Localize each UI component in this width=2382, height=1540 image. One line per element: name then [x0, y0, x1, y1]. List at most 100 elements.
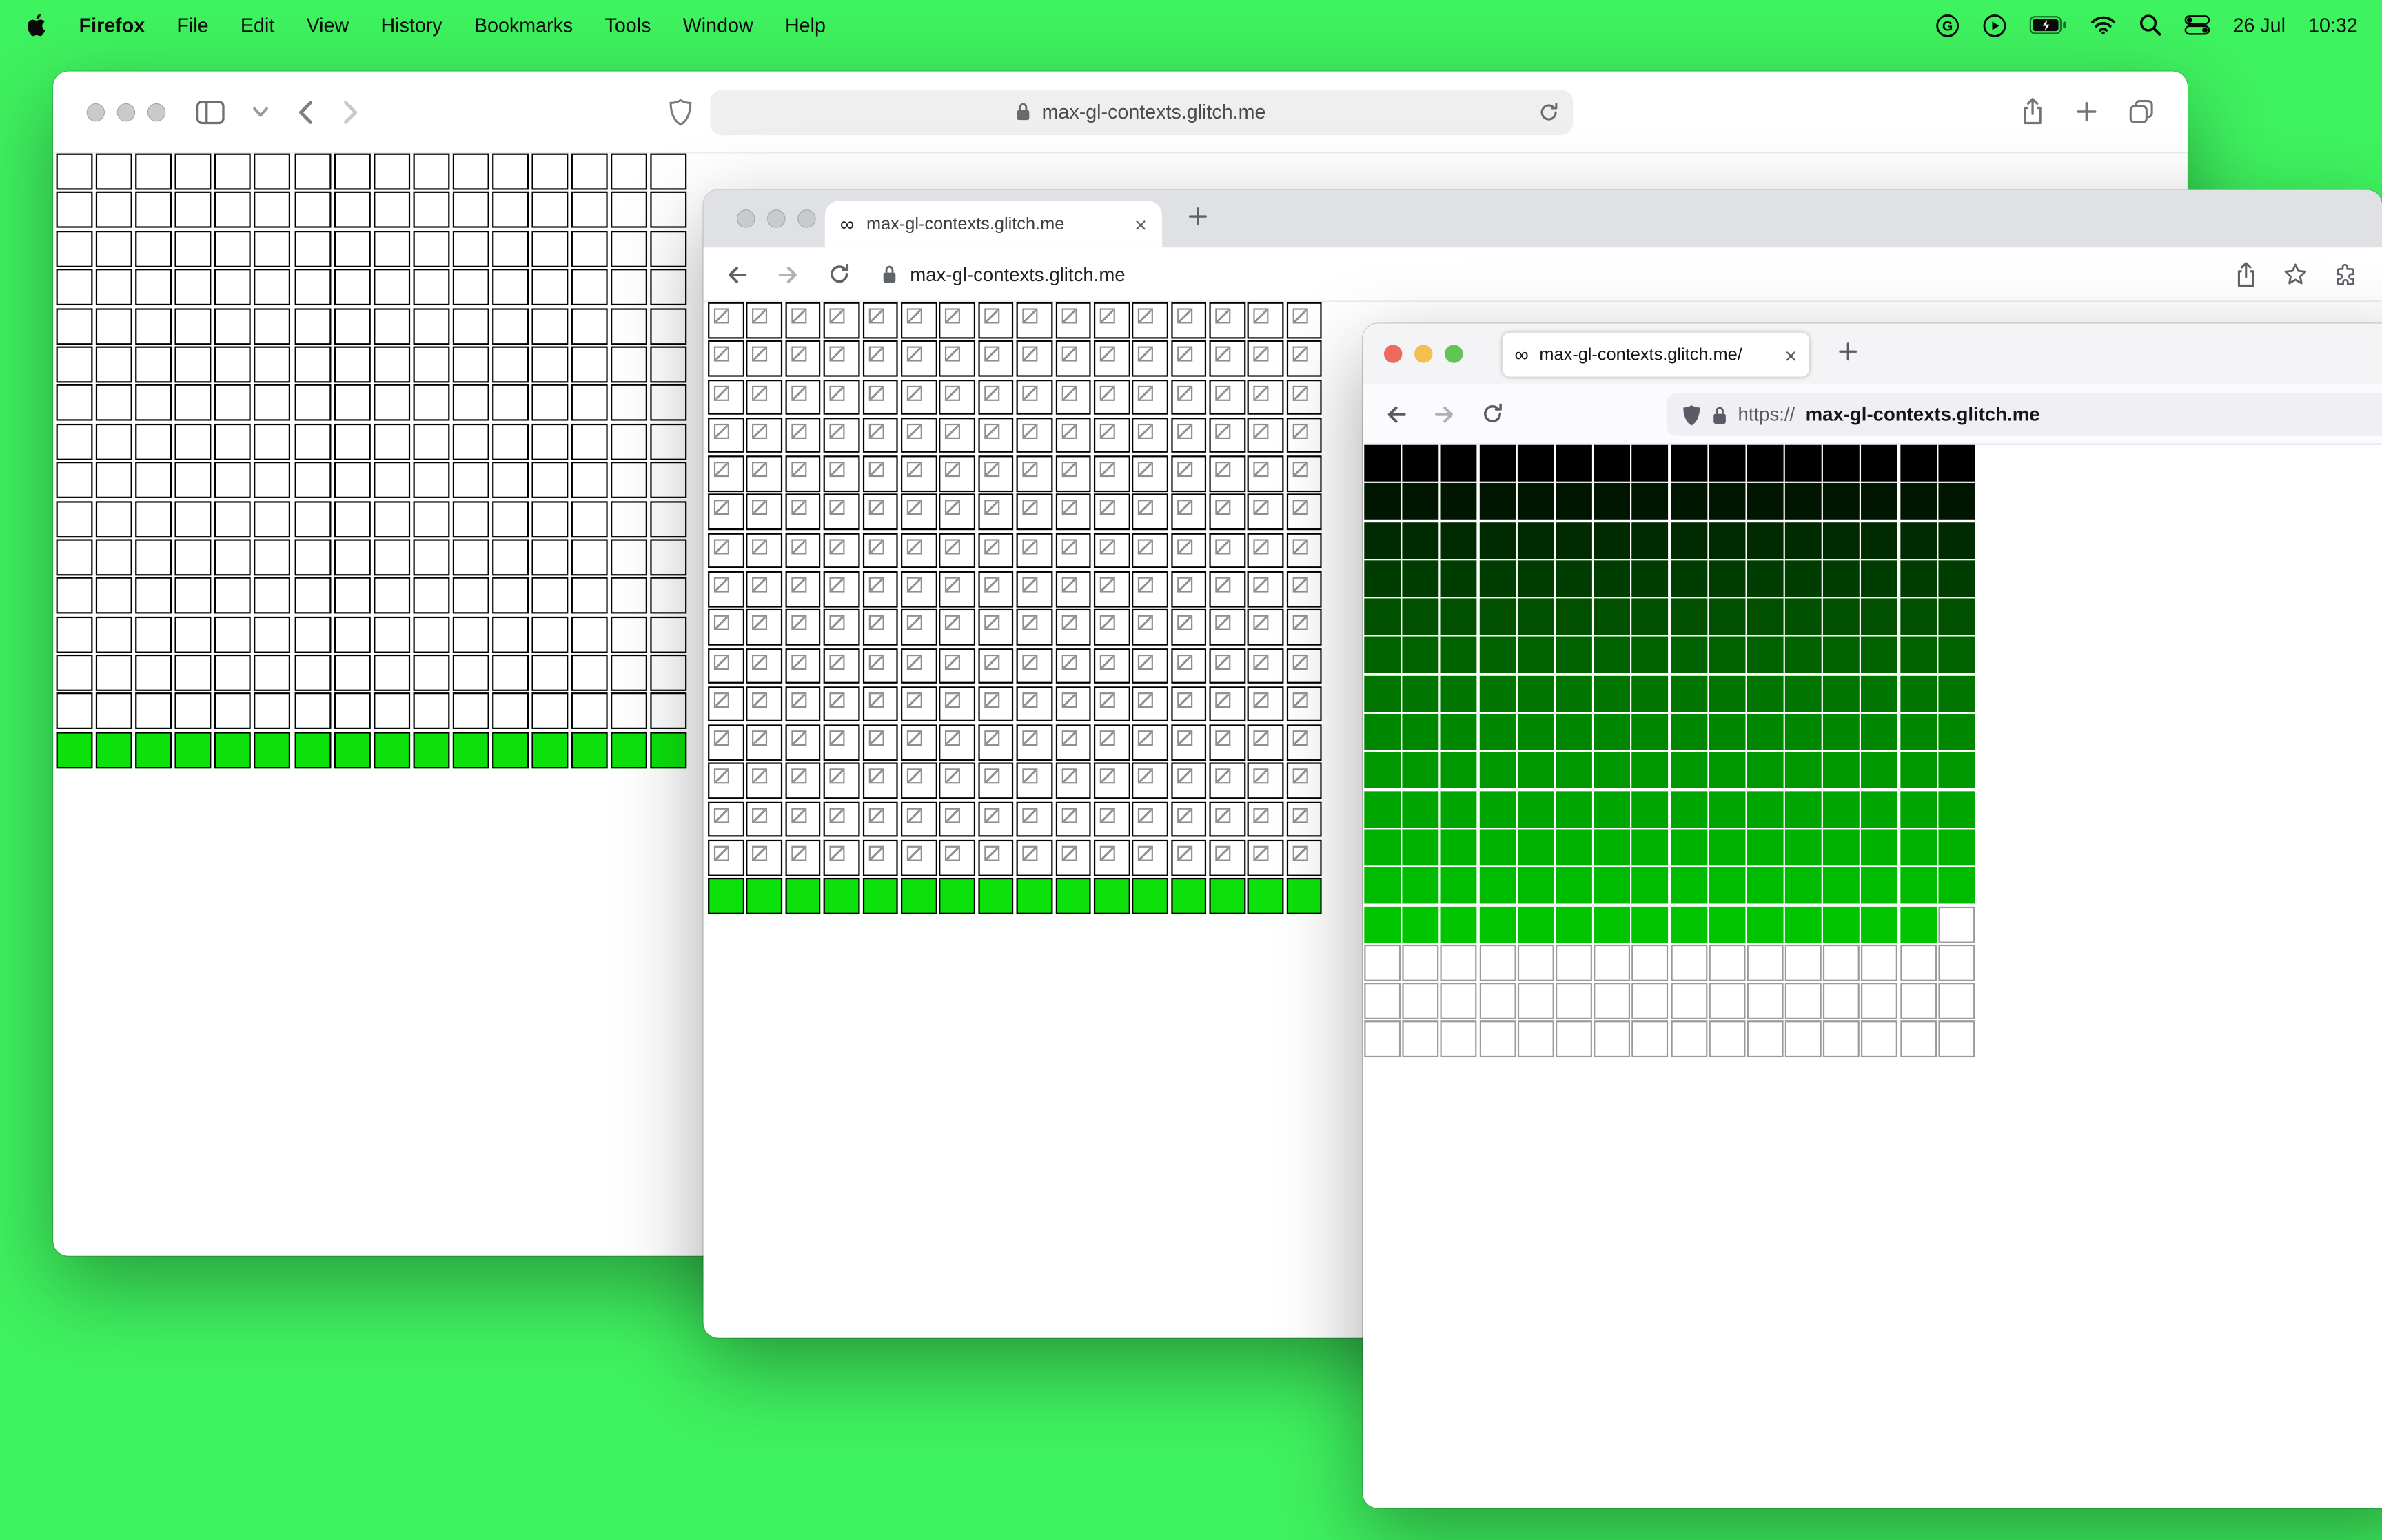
canvas-cell	[96, 500, 132, 537]
minimize-window-button[interactable]	[1414, 345, 1433, 363]
canvas-cell	[1402, 752, 1439, 789]
canvas-cell	[1248, 724, 1284, 761]
canvas-cell	[373, 616, 410, 653]
menu-view[interactable]: View	[307, 14, 349, 37]
new-tab-icon[interactable]	[2075, 100, 2098, 123]
sidebar-icon[interactable]	[196, 99, 225, 124]
menu-edit[interactable]: Edit	[241, 14, 274, 37]
bookmark-star-icon[interactable]	[2283, 263, 2308, 285]
canvas-cell	[1093, 340, 1130, 377]
spotlight-search-icon[interactable]	[2139, 14, 2161, 37]
canvas-cell	[96, 423, 132, 460]
canvas-cell	[1938, 522, 1975, 559]
canvas-cell	[135, 655, 172, 692]
canvas-cell	[785, 839, 822, 876]
canvas-cell	[1938, 598, 1975, 635]
canvas-cell	[824, 801, 860, 838]
zoom-window-button[interactable]	[797, 209, 816, 228]
new-tab-button[interactable]	[1837, 340, 1860, 363]
canvas-cell	[1594, 905, 1631, 943]
canvas-cell	[135, 732, 172, 768]
back-icon[interactable]	[724, 262, 749, 286]
tabs-overview-icon[interactable]	[2128, 99, 2154, 124]
forward-icon[interactable]	[1432, 402, 1456, 426]
battery-charging-icon[interactable]	[2029, 15, 2067, 35]
canvas-cell	[1900, 637, 1937, 674]
close-window-button[interactable]	[86, 102, 105, 121]
zoom-window-button[interactable]	[147, 102, 166, 121]
reload-icon[interactable]	[828, 263, 851, 285]
canvas-cell	[746, 839, 783, 876]
minimize-window-button[interactable]	[116, 102, 136, 121]
browser-tab[interactable]: ∞ max-gl-contexts.glitch.me ×	[824, 200, 1163, 248]
canvas-cell	[785, 340, 822, 377]
menu-file[interactable]: File	[176, 14, 208, 37]
address-bar[interactable]: max-gl-contexts.glitch.me	[709, 88, 1573, 135]
reload-icon[interactable]	[1481, 402, 1504, 425]
menu-tools[interactable]: Tools	[605, 14, 651, 37]
close-tab-icon[interactable]: ×	[1784, 344, 1797, 365]
canvas-cell	[1364, 983, 1401, 1020]
canvas-cell	[746, 571, 783, 607]
canvas-cell	[1248, 839, 1284, 876]
menu-history[interactable]: History	[380, 14, 442, 37]
forward-icon[interactable]	[776, 262, 800, 286]
close-tab-icon[interactable]: ×	[1134, 214, 1147, 235]
wifi-icon[interactable]	[2090, 15, 2115, 35]
forward-icon[interactable]	[342, 98, 360, 125]
close-window-button[interactable]	[736, 209, 755, 228]
back-icon[interactable]	[1384, 402, 1408, 426]
canvas-cell	[1900, 905, 1937, 943]
canvas-cell	[862, 494, 898, 531]
canvas-cell	[492, 423, 529, 460]
address-bar[interactable]: https:// max-gl-contexts.glitch.me	[1666, 393, 2382, 436]
extensions-icon[interactable]	[2333, 262, 2357, 286]
apple-icon[interactable]	[24, 12, 47, 38]
menubar-date[interactable]: 26 Jul	[2232, 14, 2285, 37]
canvas-cell	[1248, 686, 1284, 722]
canvas-cell	[1441, 944, 1478, 981]
canvas-cell	[334, 153, 371, 190]
canvas-cell	[214, 655, 252, 692]
canvas-cell	[708, 571, 744, 607]
canvas-cell	[1016, 494, 1052, 531]
menubar-time[interactable]: 10:32	[2308, 14, 2358, 37]
canvas-cell	[746, 648, 783, 684]
privacy-shield-icon[interactable]	[669, 98, 691, 125]
share-icon[interactable]	[2020, 97, 2044, 126]
browser-tab[interactable]: ∞ max-gl-contexts.glitch.me/ ×	[1502, 332, 1810, 377]
canvas-cell	[1670, 560, 1707, 597]
canvas-cell	[571, 577, 609, 615]
canvas-cell	[1248, 494, 1284, 531]
close-window-button[interactable]	[1383, 345, 1403, 363]
canvas-cell	[294, 384, 331, 422]
google-g-icon[interactable]: G	[1935, 13, 1959, 37]
canvas-cell	[175, 462, 212, 499]
canvas-cell	[1594, 714, 1631, 750]
zoom-window-button[interactable]	[1445, 345, 1463, 363]
new-tab-button[interactable]	[1186, 205, 1209, 228]
canvas-cell	[531, 500, 569, 537]
share-icon[interactable]	[2235, 260, 2257, 288]
canvas-cell	[1016, 302, 1052, 338]
minimize-window-button[interactable]	[767, 209, 786, 228]
canvas-cell	[334, 423, 371, 460]
canvas-cell	[175, 192, 212, 229]
canvas-cell	[214, 153, 252, 190]
menu-help[interactable]: Help	[785, 14, 826, 37]
canvas-cell	[1209, 532, 1245, 568]
back-icon[interactable]	[296, 98, 314, 125]
chevron-down-icon[interactable]	[252, 105, 269, 118]
app-menu-firefox[interactable]: Firefox	[79, 14, 145, 37]
canvas-cell	[1055, 340, 1091, 377]
menu-bookmarks[interactable]: Bookmarks	[474, 14, 573, 37]
reload-icon[interactable]	[1538, 101, 1559, 123]
infinity-favicon: ∞	[1514, 343, 1529, 367]
canvas-cell	[1747, 522, 1784, 559]
control-center-icon[interactable]	[2184, 15, 2210, 35]
menu-window[interactable]: Window	[683, 14, 753, 37]
address-bar[interactable]: max-gl-contexts.glitch.me	[881, 263, 2235, 285]
canvas-cell	[824, 379, 860, 415]
canvas-cell	[1364, 637, 1401, 674]
play-circle-icon[interactable]	[1982, 13, 2006, 37]
